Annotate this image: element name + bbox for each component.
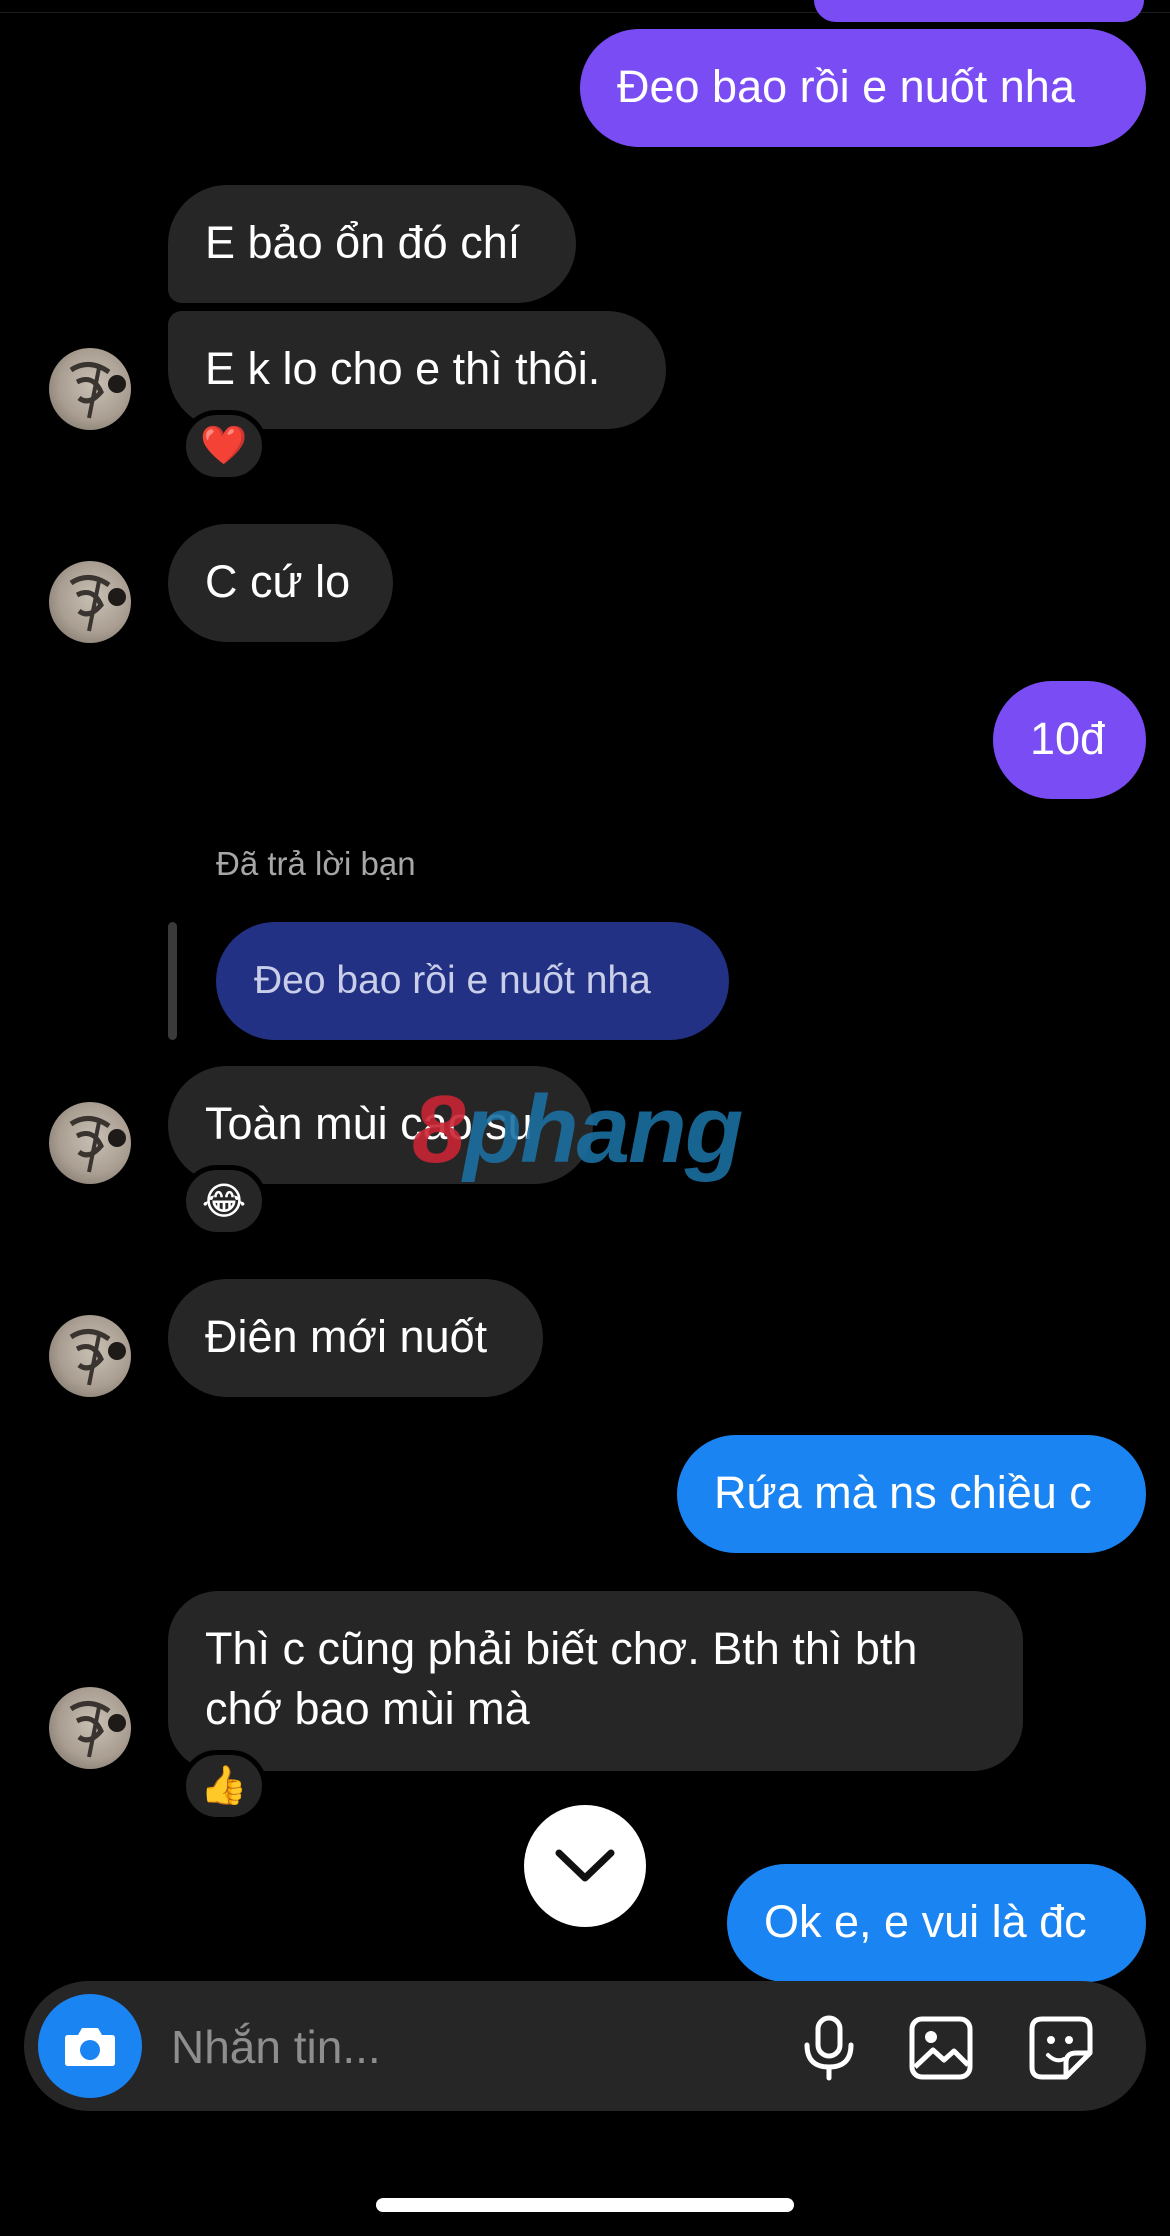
laughing-reaction: 😂 — [201, 1180, 247, 1223]
reaction-badge[interactable]: 😂 — [181, 1165, 267, 1237]
sent-message-bubble[interactable]: Đeo bao rồi e nuốt nha — [580, 29, 1146, 147]
microphone-icon — [804, 2015, 854, 2081]
contact-avatar[interactable] — [49, 561, 131, 643]
avatar-image — [69, 575, 126, 632]
message-composer — [24, 1981, 1146, 2111]
message-text: Điên mới nuốt — [205, 1311, 488, 1362]
replied-message-quote[interactable]: Đeo bao rồi e nuốt nha — [216, 922, 729, 1040]
message-text: E k lo cho e thì thôi. — [205, 343, 601, 394]
message-text-line2: chớ bao mùi mà — [205, 1683, 530, 1734]
received-message-bubble[interactable]: C cứ lo — [168, 524, 393, 642]
quote-text: Đeo bao rồi e nuốt nha — [254, 959, 651, 1002]
sent-message-bubble[interactable]: Ok e, e vui là đc — [727, 1864, 1146, 1982]
avatar-image — [69, 1701, 126, 1758]
previous-sent-bubble-edge — [814, 0, 1144, 22]
sticker-button[interactable] — [1026, 2013, 1096, 2083]
watermark-logo: 8phang — [412, 1076, 743, 1183]
camera-button[interactable] — [38, 1994, 142, 2098]
message-text: Ok e, e vui là đc — [764, 1896, 1087, 1947]
sent-message-bubble[interactable]: Rứa mà ns chiều c — [677, 1435, 1146, 1553]
heart-reaction: ❤️ — [200, 425, 248, 467]
contact-avatar[interactable] — [49, 1102, 131, 1184]
contact-avatar[interactable] — [49, 1687, 131, 1769]
contact-avatar[interactable] — [49, 1315, 131, 1397]
reaction-badge[interactable]: 👍 — [181, 1750, 267, 1822]
message-text: 10đ — [1030, 713, 1106, 764]
received-message-bubble[interactable]: Thì c cũng phải biết chơ. Bth thì bth ch… — [168, 1591, 1023, 1771]
reply-label: Đã trả lời bạn — [216, 845, 416, 882]
microphone-button[interactable] — [794, 2013, 864, 2083]
message-text: C cứ lo — [205, 556, 351, 607]
scroll-to-bottom-button[interactable] — [524, 1805, 646, 1927]
received-message-bubble[interactable]: E bảo ổn đó chí — [168, 185, 576, 303]
chevron-down-icon — [555, 1849, 615, 1882]
message-text-line1: Thì c cũng phải biết chơ. Bth thì bth — [205, 1623, 918, 1674]
gallery-button[interactable] — [906, 2013, 976, 2083]
avatar-image — [69, 1116, 126, 1173]
sent-message-bubble[interactable]: 10đ — [993, 681, 1146, 799]
home-indicator[interactable] — [376, 2198, 794, 2212]
avatar-image — [69, 1329, 126, 1386]
reply-quote-bar — [168, 922, 177, 1040]
reaction-badge[interactable]: ❤️ — [181, 410, 267, 482]
message-text: Rứa mà ns chiều c — [714, 1467, 1092, 1518]
camera-icon — [65, 2028, 115, 2066]
thumbs-up-reaction: 👍 — [200, 1765, 248, 1807]
avatar-image — [69, 362, 126, 419]
message-text: E bảo ổn đó chí — [205, 217, 521, 268]
contact-avatar[interactable] — [49, 348, 131, 430]
received-message-bubble[interactable]: Điên mới nuốt — [168, 1279, 543, 1397]
gallery-icon — [909, 2016, 973, 2080]
message-text: Đeo bao rồi e nuốt nha — [617, 61, 1075, 112]
sticker-icon — [1029, 2016, 1093, 2080]
message-input[interactable] — [169, 2011, 773, 2083]
